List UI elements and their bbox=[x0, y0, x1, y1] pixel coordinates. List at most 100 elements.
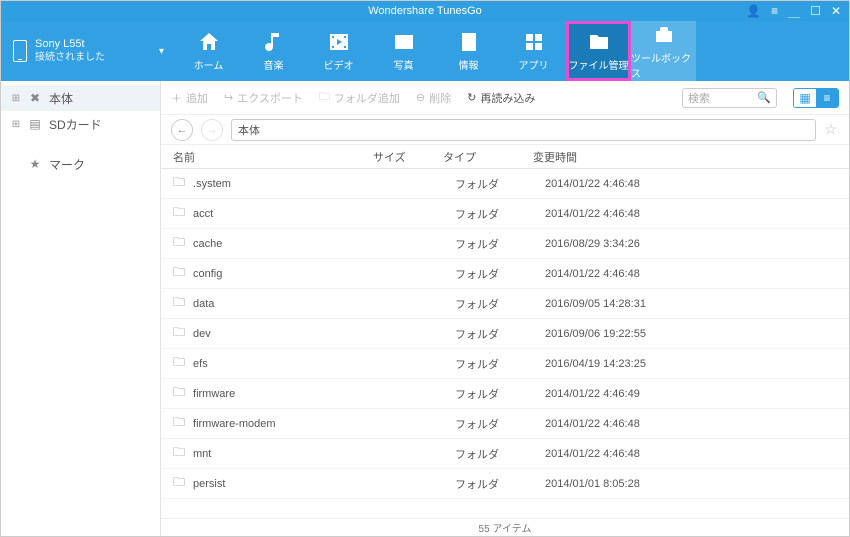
nav-toolbox[interactable]: ツールボックス bbox=[631, 21, 696, 81]
nav-apps[interactable]: アプリ bbox=[501, 21, 566, 81]
table-row[interactable]: 🗀devフォルダ2016/09/06 19:22:55 bbox=[161, 319, 849, 349]
nav-photo[interactable]: 写真 bbox=[371, 21, 436, 81]
col-name[interactable]: 名前 bbox=[173, 149, 373, 165]
nav-label: 音楽 bbox=[264, 57, 284, 72]
nav-label: ビデオ bbox=[324, 57, 354, 72]
video-icon bbox=[327, 30, 351, 54]
apps-icon bbox=[522, 30, 546, 54]
col-size[interactable]: サイズ bbox=[373, 149, 443, 165]
file-time: 2014/01/22 4:46:48 bbox=[545, 178, 837, 190]
table-row[interactable]: 🗀configフォルダ2014/01/22 4:46:48 bbox=[161, 259, 849, 289]
table-row[interactable]: 🗀firmware-modemフォルダ2014/01/22 4:46:48 bbox=[161, 409, 849, 439]
device-status: 接続されました bbox=[35, 51, 105, 64]
sidebar-item-sdcard[interactable]: ⊞ ▤ SDカード bbox=[1, 111, 160, 137]
btn-label: エクスポート bbox=[237, 90, 303, 106]
file-time: 2014/01/22 4:46:48 bbox=[545, 208, 837, 220]
device-text: Sony L55t 接続されました bbox=[35, 38, 105, 64]
table-row[interactable]: 🗀acctフォルダ2014/01/22 4:46:48 bbox=[161, 199, 849, 229]
nav-info[interactable]: 情報 bbox=[436, 21, 501, 81]
menu-icon[interactable]: ≡ bbox=[771, 4, 778, 18]
nav-back-button[interactable]: ← bbox=[171, 119, 193, 141]
nav-files[interactable]: ファイル管理 bbox=[566, 21, 631, 81]
nav-music[interactable]: 音楽 bbox=[241, 21, 306, 81]
folder-icon: 🗀 bbox=[173, 263, 185, 284]
sidebar-item-bookmarks[interactable]: ★ マーク bbox=[1, 151, 160, 177]
file-time: 2014/01/22 4:46:48 bbox=[545, 448, 837, 460]
table-row[interactable]: 🗀 persist フォルダ2014/01/01 8:05:28 bbox=[161, 469, 849, 499]
path-input[interactable]: 本体 bbox=[231, 119, 816, 141]
view-grid-button[interactable]: ▦ bbox=[794, 89, 816, 107]
folder-icon: 🗀 bbox=[173, 293, 185, 314]
sidebar-label: 本体 bbox=[49, 90, 73, 107]
user-icon[interactable]: 👤 bbox=[746, 4, 761, 18]
photo-icon bbox=[392, 30, 416, 54]
file-type: フォルダ bbox=[455, 176, 545, 192]
wrench-icon: ✖ bbox=[27, 91, 43, 105]
table-row[interactable]: 🗀mntフォルダ2014/01/22 4:46:48 bbox=[161, 439, 849, 469]
btn-label: 削除 bbox=[429, 90, 451, 106]
minimize-button[interactable]: ＿ bbox=[788, 3, 800, 20]
nav-home[interactable]: ホーム bbox=[176, 21, 241, 81]
status-bar: 55 アイテム bbox=[161, 518, 849, 536]
path-text: 本体 bbox=[238, 122, 260, 138]
table-row[interactable]: 🗀dataフォルダ2016/09/05 14:28:31 bbox=[161, 289, 849, 319]
file-type: フォルダ bbox=[455, 476, 545, 492]
search-input[interactable]: 検索 🔍 bbox=[682, 88, 777, 108]
maximize-button[interactable]: ☐ bbox=[810, 4, 821, 18]
nav-label: 情報 bbox=[459, 57, 479, 72]
bookmark-star-button[interactable]: ☆ bbox=[824, 121, 839, 138]
file-time: 2016/09/05 14:28:31 bbox=[545, 298, 837, 310]
file-type: フォルダ bbox=[455, 416, 545, 432]
close-button[interactable]: ✕ bbox=[831, 4, 841, 18]
sidebar: ⊞ ✖ 本体 ⊞ ▤ SDカード ★ マーク bbox=[1, 81, 161, 536]
device-selector[interactable]: Sony L55t 接続されました ▾ bbox=[1, 21, 176, 81]
file-name: persist bbox=[193, 478, 385, 490]
folder-icon: 🗀 bbox=[173, 473, 185, 494]
file-time: 2014/01/01 8:05:28 bbox=[545, 478, 837, 490]
nav-label: ツールボックス bbox=[631, 50, 696, 80]
search-icon: 🔍 bbox=[757, 91, 771, 104]
delete-button[interactable]: ⊖ 削除 bbox=[416, 90, 451, 106]
file-name: firmware bbox=[193, 388, 385, 400]
table-row[interactable]: 🗀.systemフォルダ2014/01/22 4:46:48 bbox=[161, 169, 849, 199]
view-list-button[interactable]: ≡ bbox=[816, 89, 838, 107]
nav-video[interactable]: ビデオ bbox=[306, 21, 371, 81]
file-type: フォルダ bbox=[455, 206, 545, 222]
add-button[interactable]: ＋追加 bbox=[171, 90, 208, 106]
minus-icon: ⊖ bbox=[416, 91, 425, 104]
file-type: フォルダ bbox=[455, 236, 545, 252]
file-time: 2014/01/22 4:46:49 bbox=[545, 388, 837, 400]
table-row[interactable]: 🗀firmwareフォルダ2014/01/22 4:46:49 bbox=[161, 379, 849, 409]
sidebar-item-internal[interactable]: ⊞ ✖ 本体 bbox=[1, 85, 160, 111]
col-type[interactable]: タイプ bbox=[443, 149, 533, 165]
export-button[interactable]: ↪エクスポート bbox=[224, 90, 303, 106]
btn-label: 再読み込み bbox=[480, 90, 535, 106]
top-nav: Sony L55t 接続されました ▾ ホーム 音楽 ビデオ 写真 bbox=[1, 21, 849, 81]
folder-icon: 🗀 bbox=[173, 323, 185, 344]
nav-forward-button[interactable]: → bbox=[201, 119, 223, 141]
contacts-icon bbox=[457, 30, 481, 54]
file-rows[interactable]: 🗀.systemフォルダ2014/01/22 4:46:48🗀acctフォルダ2… bbox=[161, 169, 849, 518]
file-type: フォルダ bbox=[455, 326, 545, 342]
table-row[interactable]: 🗀cacheフォルダ2016/08/29 3:34:26 bbox=[161, 229, 849, 259]
table-row[interactable]: 🗀efsフォルダ2016/04/19 14:23:25 bbox=[161, 349, 849, 379]
file-time: 2016/04/19 14:23:25 bbox=[545, 358, 837, 370]
file-type: フォルダ bbox=[455, 266, 545, 282]
expand-icon[interactable]: ⊞ bbox=[11, 93, 21, 104]
col-time[interactable]: 変更時間 bbox=[533, 149, 837, 165]
folder-icon: 🗀 bbox=[173, 353, 185, 374]
reload-button[interactable]: ↻再読み込み bbox=[467, 90, 535, 106]
file-type: フォルダ bbox=[455, 356, 545, 372]
btn-label: フォルダ追加 bbox=[334, 90, 400, 106]
expand-icon[interactable]: ⊞ bbox=[11, 119, 21, 130]
folder-icon bbox=[587, 30, 611, 54]
folder-icon: 🗀 bbox=[173, 443, 185, 464]
view-toggle: ▦ ≡ bbox=[793, 88, 839, 108]
file-time: 2014/01/22 4:46:48 bbox=[545, 418, 837, 430]
app-window: Wondershare TunesGo 👤 ≡ ＿ ☐ ✕ Sony L55t … bbox=[0, 0, 850, 537]
sidebar-label: マーク bbox=[49, 156, 85, 173]
file-name: data bbox=[193, 298, 385, 310]
nav-label: ファイル管理 bbox=[569, 57, 629, 72]
new-folder-button[interactable]: 🗀フォルダ追加 bbox=[319, 88, 400, 107]
folder-icon: 🗀 bbox=[173, 173, 185, 194]
